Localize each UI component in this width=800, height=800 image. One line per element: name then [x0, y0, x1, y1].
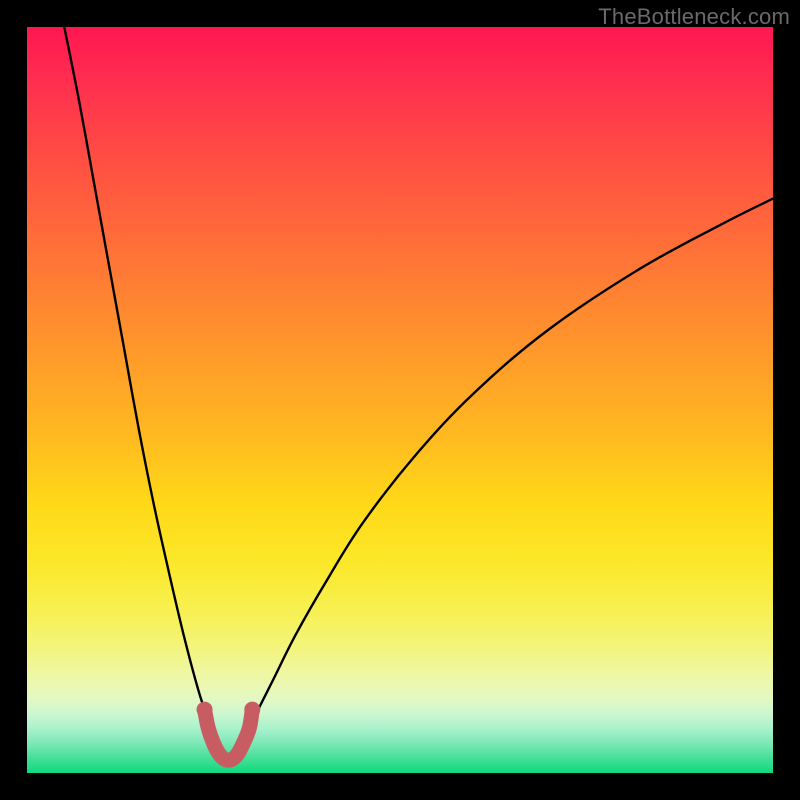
chart-plot-area: [27, 27, 773, 773]
watermark-text: TheBottleneck.com: [598, 4, 790, 30]
valley-highlight-dot: [197, 702, 213, 718]
valley-highlight-curve: [205, 710, 253, 761]
left-curve: [64, 27, 222, 760]
valley-highlight-dot: [244, 702, 260, 718]
chart-curves-svg: [27, 27, 773, 773]
right-curve: [234, 199, 773, 760]
